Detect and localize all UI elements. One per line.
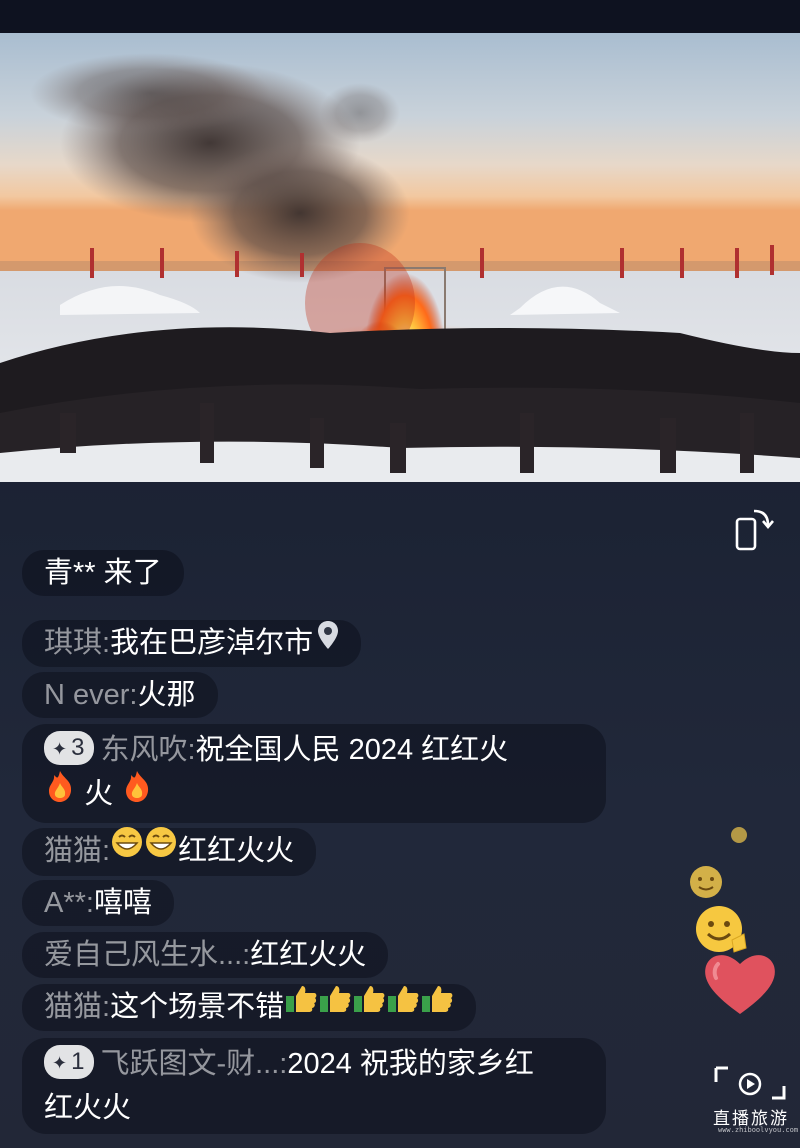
floating-emoji-icon	[688, 864, 724, 905]
sparkle-icon: ✦	[52, 1053, 68, 1074]
sparkle-icon: ✦	[52, 739, 68, 760]
chat-username[interactable]: 爱自己风生水...	[44, 939, 242, 971]
fan-level-value: 3	[71, 734, 85, 762]
chat-message[interactable]: N ever:火那	[22, 672, 218, 718]
chat-separator: :	[102, 835, 111, 867]
rotate-screen-icon	[735, 509, 774, 551]
chat-text: 我在巴彦淖尔市	[110, 627, 314, 659]
chat-separator: :	[85, 887, 94, 919]
join-notice-text: 青** 来了	[44, 557, 162, 589]
chat-message[interactable]: 猫猫:这个场景不错	[22, 982, 477, 1032]
chat-text: 这个场景不错	[110, 991, 285, 1023]
chat-separator: :	[102, 991, 111, 1023]
chat-username[interactable]: 琪琪	[44, 627, 102, 659]
chat-text: 火那	[137, 679, 196, 711]
thumbs-up-emoji-icon	[420, 982, 454, 1028]
chat-message[interactable]: A**:嘻嘻	[22, 880, 174, 926]
fan-level-badge: ✦ 3	[44, 731, 95, 766]
chat-message[interactable]: 猫猫: 红红火火	[22, 825, 317, 877]
chat-message[interactable]: ✦ 3 东风吹:祝全国人民 2024 红红火 火	[22, 724, 606, 823]
chat-username[interactable]: 猫猫	[44, 991, 102, 1023]
chat-text-continued: 火	[84, 778, 114, 811]
chat-username[interactable]: N ever	[44, 679, 129, 711]
status-bar	[0, 0, 800, 33]
live-video[interactable]	[0, 33, 800, 482]
fire-emoji-icon	[44, 769, 76, 816]
join-notice: 青** 来了	[22, 550, 184, 596]
chat-message[interactable]: 爱自己风生水...:红红火火	[22, 932, 389, 978]
chat-text: 红红火火	[178, 835, 295, 867]
thumbs-up-emoji-icon	[386, 982, 420, 1028]
grinning-emoji-icon	[110, 825, 144, 873]
chat-text: 2024 祝我的家乡红	[287, 1048, 534, 1080]
heart-icon[interactable]	[700, 948, 780, 1023]
chat-username[interactable]: A**	[44, 887, 86, 919]
thumbs-up-emoji-icon	[284, 982, 318, 1028]
chat-username[interactable]: 猫猫	[44, 835, 102, 867]
watermark-url: www.zhiboolvyou.com	[718, 1126, 799, 1134]
chat-text: 嘻嘻	[93, 887, 152, 919]
thumbs-up-emoji-icon	[352, 982, 386, 1028]
fire-emoji-icon	[121, 769, 153, 816]
floating-emoji-icon	[730, 826, 748, 849]
chat-text: 祝全国人民 2024 红红火	[195, 734, 509, 766]
chat-message[interactable]: ✦ 1 飞跃图文-财...:2024 祝我的家乡红 红火火	[22, 1038, 606, 1134]
chat-text-continued: 红火火	[44, 1092, 132, 1124]
bonfire-scene-image	[0, 33, 800, 482]
location-pin-icon	[317, 618, 339, 664]
thumbs-up-emoji-icon	[318, 982, 352, 1028]
chat-username[interactable]: 飞跃图文-财...	[100, 1048, 279, 1080]
chat-text: 红红火火	[250, 939, 367, 971]
chat-username[interactable]: 东风吹	[100, 734, 187, 766]
grinning-emoji-icon	[144, 825, 178, 873]
fan-level-value: 1	[71, 1048, 85, 1076]
chat-message[interactable]: 琪琪:我在巴彦淖尔市	[22, 618, 362, 668]
chat-separator: :	[187, 734, 196, 766]
chat-separator: :	[102, 627, 111, 659]
fan-level-badge: ✦ 1	[44, 1045, 95, 1080]
rotate-screen-button[interactable]	[726, 505, 776, 555]
